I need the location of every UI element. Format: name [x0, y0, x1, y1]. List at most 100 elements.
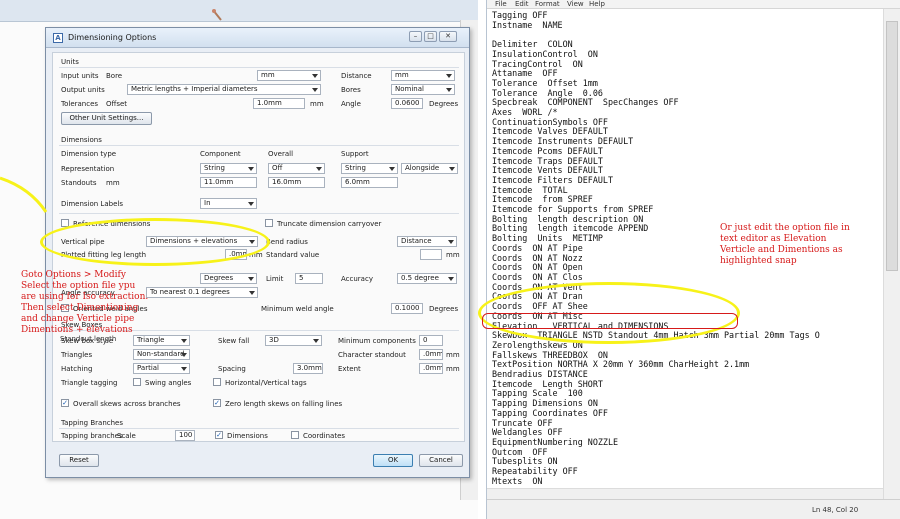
standout-overall-field[interactable]: 16.0mm — [268, 177, 325, 188]
left-note-line: Dimentions + elevations — [21, 325, 133, 335]
output-units-select[interactable]: Metric lengths + Imperial diameters — [127, 84, 321, 95]
skew-fall-select[interactable]: 3D — [265, 335, 322, 346]
ok-button[interactable]: OK — [373, 454, 413, 467]
truncate-carryover-checkbox[interactable] — [265, 219, 273, 227]
skew-box-select[interactable]: Triangle — [133, 335, 190, 346]
char-standout-unit: mm — [446, 351, 460, 359]
dialog-title: Dimensioning Options — [68, 33, 157, 42]
spacing-field[interactable]: 3.0mm — [293, 363, 323, 374]
right-note-line: text editor as Elevation — [720, 234, 827, 244]
vertical-pipe-highlight — [40, 218, 270, 266]
menu-edit[interactable]: Edit — [515, 0, 529, 8]
tapping-coordinates-label: Coordinates — [303, 432, 346, 440]
hatching-label: Hatching — [61, 365, 93, 373]
overall-skews-checkbox[interactable]: ✓ — [61, 399, 69, 407]
offset-field[interactable]: 1.0mm — [253, 98, 305, 109]
horizontal-vertical-tags-label: Horizontal/Vertical tags — [225, 379, 307, 387]
extent-field[interactable]: .0mm — [419, 363, 443, 374]
representation-overall-select[interactable]: Off — [268, 163, 325, 174]
menu-help[interactable]: Help — [589, 0, 605, 8]
hatching-select[interactable]: Partial — [133, 363, 190, 374]
representation-position-select[interactable]: Alongside — [401, 163, 458, 174]
fitting-angle-units-select[interactable]: Degrees — [200, 273, 257, 284]
app-icon: A — [53, 33, 63, 43]
tapping-dimensions-checkbox[interactable]: ✓ — [215, 431, 223, 439]
accuracy-select[interactable]: 0.5 degree — [397, 273, 457, 284]
other-unit-settings-button[interactable]: Other Unit Settings... — [61, 112, 152, 125]
limit-field[interactable]: 5 — [295, 273, 323, 284]
extent-unit: mm — [446, 365, 460, 373]
standout-support-field[interactable]: 6.0mm — [341, 177, 398, 188]
scroll-thumb[interactable] — [886, 21, 898, 271]
tapping-scale-label: Scale — [117, 432, 136, 440]
standard-value-field[interactable] — [420, 249, 442, 260]
distance-label: Distance — [341, 72, 372, 80]
min-weld-angle-field[interactable]: 0.1000 — [391, 303, 423, 314]
swing-angles-checkbox[interactable] — [133, 378, 141, 386]
dialog-titlebar: A Dimensioning Options – □ ✕ — [46, 28, 469, 48]
triangles-label: Triangles — [61, 351, 93, 359]
char-standout-field[interactable]: .0mm — [419, 349, 443, 360]
min-components-field[interactable]: 0 — [419, 335, 443, 346]
bend-radius-label: Bend radius — [266, 238, 308, 246]
dimensions-section-title: Dimensions — [61, 136, 102, 144]
cancel-button[interactable]: Cancel — [419, 454, 463, 467]
menu-file[interactable]: File — [495, 0, 507, 8]
input-units-label: Input units — [61, 72, 99, 80]
menu-format[interactable]: Format — [535, 0, 560, 8]
bore-units-select[interactable]: mm — [257, 70, 321, 81]
text-line: Instname NAME — [492, 19, 563, 30]
angle-label: Angle — [341, 100, 361, 108]
dimension-type-header: Dimension type — [61, 150, 117, 158]
representation-support-select[interactable]: String — [341, 163, 398, 174]
bores-select[interactable]: Nominal — [391, 84, 455, 95]
overall-header: Overall — [268, 150, 294, 158]
minimize-icon[interactable]: – — [409, 31, 422, 42]
notepad-menubar: File Edit Format View Help — [487, 0, 900, 9]
horizontal-vertical-tags-checkbox[interactable] — [213, 378, 221, 386]
tapping-scale-field[interactable]: 100 — [175, 430, 195, 441]
yellow-pen-stroke — [0, 176, 48, 213]
triangles-select[interactable]: Non-standard — [133, 349, 190, 360]
elevation-line-box — [482, 313, 738, 329]
bend-radius-select[interactable]: Distance — [397, 236, 457, 247]
distance-units-select[interactable]: mm — [391, 70, 455, 81]
skew-fall-label: Skew fall — [218, 337, 250, 345]
overlap-standout-label: Standout length — [60, 335, 117, 343]
standouts-unit: mm — [106, 179, 120, 187]
zero-length-skews-label: Zero length skews on falling lines — [225, 400, 343, 408]
units-section-title: Units — [61, 58, 79, 66]
tapping-divider — [59, 428, 459, 429]
char-standout-label: Character standout — [338, 351, 406, 359]
reset-button[interactable]: Reset — [59, 454, 99, 467]
min-weld-angle-label: Minimum weld angle — [261, 305, 334, 313]
notepad-horizontal-scrollbar[interactable] — [487, 488, 883, 499]
right-note-line: Verticle and Dimentions as — [720, 245, 843, 255]
left-note-line: are using for Iso extraction. — [21, 292, 149, 302]
dimension-labels-select[interactable]: In — [200, 198, 257, 209]
extent-label: Extent — [338, 365, 361, 373]
notepad-vertical-scrollbar[interactable] — [883, 9, 900, 499]
zero-length-skews-checkbox[interactable]: ✓ — [213, 399, 221, 407]
standout-component-field[interactable]: 11.0mm — [200, 177, 257, 188]
overall-skews-label: Overall skews across branches — [73, 400, 181, 408]
representation-component-select[interactable]: String — [200, 163, 257, 174]
min-components-label: Minimum components — [338, 337, 416, 345]
limit-label: Limit — [266, 275, 284, 283]
angle-accuracy-select[interactable]: To nearest 0.1 degrees — [146, 287, 258, 298]
representation-label: Representation — [61, 165, 115, 173]
swing-angles-label: Swing angles — [145, 379, 192, 387]
notepad-statusbar: Ln 48, Col 20 — [487, 499, 900, 519]
units-divider — [59, 67, 459, 68]
component-header: Component — [200, 150, 241, 158]
left-note-line: Select the option file ypu — [21, 281, 136, 291]
angle-unit: Degrees — [429, 100, 459, 108]
close-icon[interactable]: ✕ — [439, 31, 457, 42]
labels-divider — [59, 213, 459, 214]
tapping-coordinates-checkbox[interactable] — [291, 431, 299, 439]
angle-field[interactable]: 0.0600 — [391, 98, 423, 109]
right-annotation-note: Or just edit the option file in text edi… — [720, 223, 850, 267]
menu-view[interactable]: View — [567, 0, 584, 8]
truncate-carryover-label: Truncate dimension carryover — [277, 220, 382, 228]
maximize-icon[interactable]: □ — [424, 31, 437, 42]
